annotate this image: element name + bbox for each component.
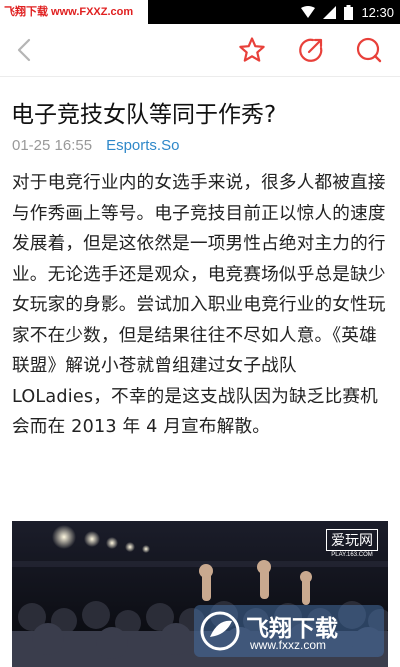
source-link[interactable]: Esports.So	[106, 137, 179, 154]
badge-url: www.fxxz.com	[250, 638, 327, 652]
signal-icon	[323, 5, 337, 19]
star-icon	[239, 37, 265, 62]
leaf-logo-icon	[200, 611, 240, 651]
back-arrow-icon	[17, 38, 31, 62]
status-icons: 12:30	[301, 0, 394, 24]
status-bar: 飞翔下载 www.FXXZ.com 12:30	[0, 0, 400, 24]
clock: 12:30	[361, 4, 394, 20]
comment-icon	[356, 37, 382, 63]
download-site-badge: 飞翔下载 www.fxxz.com	[194, 605, 384, 657]
photo-watermark-sub: PLAY.163.COM	[331, 552, 373, 558]
top-watermark: 飞翔下载 www.FXXZ.com	[0, 0, 148, 24]
favorite-button[interactable]	[235, 33, 269, 67]
edit-share-button[interactable]	[294, 33, 328, 67]
photo-watermark-main: 爱玩网	[326, 529, 378, 551]
back-button[interactable]	[8, 33, 42, 67]
article-paragraph: 对于电竞行业内的女选手来说，很多人都被直接与作秀画上等号。电子竞技目前正以惊人的…	[12, 173, 386, 437]
article-photo[interactable]: 爱玩网 PLAY.163.COM 飞翔下载 www.fxxz.com	[12, 521, 388, 667]
publish-date: 01-25 16:55	[12, 137, 93, 154]
wifi-icon	[301, 6, 316, 18]
battery-icon	[344, 4, 354, 20]
article-meta: 01-25 16:55 Esports.So	[12, 137, 179, 154]
comment-button[interactable]	[352, 33, 386, 67]
article-toolbar	[0, 24, 400, 77]
photo-watermark: 爱玩网 PLAY.163.COM	[326, 529, 378, 558]
article-title: 电子竞技女队等同于作秀?	[11, 102, 277, 128]
edit-share-icon	[299, 38, 323, 62]
